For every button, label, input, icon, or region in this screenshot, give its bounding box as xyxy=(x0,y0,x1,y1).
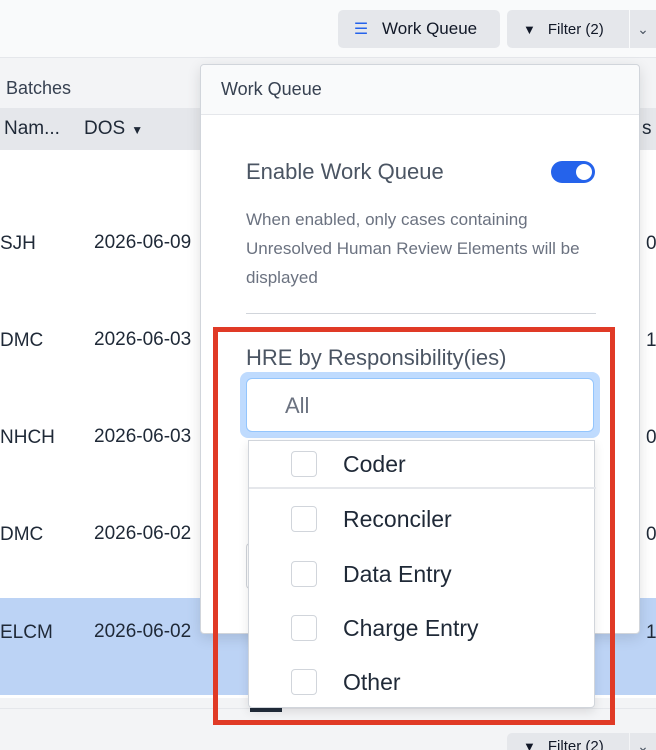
option-charge-entry[interactable]: Charge Entry xyxy=(249,604,596,652)
scroll-indicator xyxy=(250,708,282,712)
column-header-name[interactable]: Nam... xyxy=(4,118,60,140)
filter-dropdown-button[interactable]: ⌄ xyxy=(630,10,656,48)
section-label: Batches xyxy=(6,78,72,98)
option-label: Coder xyxy=(343,450,406,477)
enable-work-queue-label: Enable Work Queue xyxy=(246,159,444,184)
enable-description: When enabled, only cases containing Unre… xyxy=(246,210,580,287)
divider xyxy=(246,313,596,314)
funnel-icon: ▼ xyxy=(523,21,536,37)
row-dos: 2026-06-02 xyxy=(94,621,192,642)
hre-label: HRE by Responsibility(ies) xyxy=(246,345,507,370)
row-value: 0 xyxy=(646,233,656,254)
row-dos: 2026-06-03 xyxy=(94,329,192,350)
filter-button[interactable]: ▼ Filter (2) xyxy=(507,10,629,48)
option-coder[interactable]: Coder xyxy=(249,441,596,489)
option-label: Data Entry xyxy=(343,560,452,587)
option-label: Reconciler xyxy=(343,505,452,532)
checkbox[interactable] xyxy=(291,451,317,477)
hre-select[interactable]: All xyxy=(240,372,600,438)
work-queue-label: Work Queue xyxy=(382,19,478,38)
checkbox[interactable] xyxy=(291,506,317,532)
list-check-icon: ☰ xyxy=(353,21,369,38)
row-name: DMC xyxy=(0,524,44,545)
bottom-filter-label: Filter (2) xyxy=(547,737,604,750)
chevron-down-icon: ⌄ xyxy=(637,20,649,37)
row-value: 0 xyxy=(646,427,656,448)
panel-title: Work Queue xyxy=(201,65,639,115)
row-name: DMC xyxy=(0,330,44,351)
row-dos: 2026-06-02 xyxy=(94,523,192,544)
row-name: ELCM xyxy=(0,622,53,643)
option-data-entry[interactable]: Data Entry xyxy=(249,550,596,598)
row-dos: 2026-06-03 xyxy=(94,426,192,447)
column-header-partial[interactable]: s xyxy=(642,118,652,140)
work-queue-button[interactable]: ☰ Work Queue xyxy=(338,10,500,48)
column-header-dos-label: DOS xyxy=(84,118,126,139)
row-dos: 2026-06-09 xyxy=(94,232,192,253)
enable-work-queue-toggle[interactable] xyxy=(551,161,595,183)
row-name: SJH xyxy=(0,233,36,254)
row-value: 0 xyxy=(646,524,656,545)
toggle-knob xyxy=(576,164,592,180)
bottom-filter-button[interactable]: ▼ Filter (2) xyxy=(507,733,629,750)
row-value: 1 xyxy=(646,622,656,643)
row-value: 1 xyxy=(646,330,656,351)
filter-label: Filter (2) xyxy=(547,20,604,38)
row-name: NHCH xyxy=(0,427,55,448)
checkbox[interactable] xyxy=(291,615,317,641)
option-reconciler[interactable]: Reconciler xyxy=(249,495,596,543)
hre-select-value: All xyxy=(246,378,594,432)
option-label: Other xyxy=(343,668,401,695)
option-label: Charge Entry xyxy=(343,614,479,641)
checkbox[interactable] xyxy=(291,669,317,695)
column-header-dos[interactable]: DOS ▼ xyxy=(84,118,143,140)
bottom-filter-dropdown-button[interactable]: ⌄ xyxy=(630,733,656,750)
checkbox[interactable] xyxy=(291,561,317,587)
hre-option-list: Coder Reconciler Data Entry Charge Entry… xyxy=(248,440,596,708)
option-other[interactable]: Other xyxy=(249,658,596,706)
chevron-down-icon: ⌄ xyxy=(637,737,649,750)
top-toolbar: ☰ Work Queue ▼ Filter (2) ⌄ xyxy=(0,0,656,58)
funnel-icon: ▼ xyxy=(523,738,536,750)
sort-desc-icon: ▼ xyxy=(131,123,144,137)
